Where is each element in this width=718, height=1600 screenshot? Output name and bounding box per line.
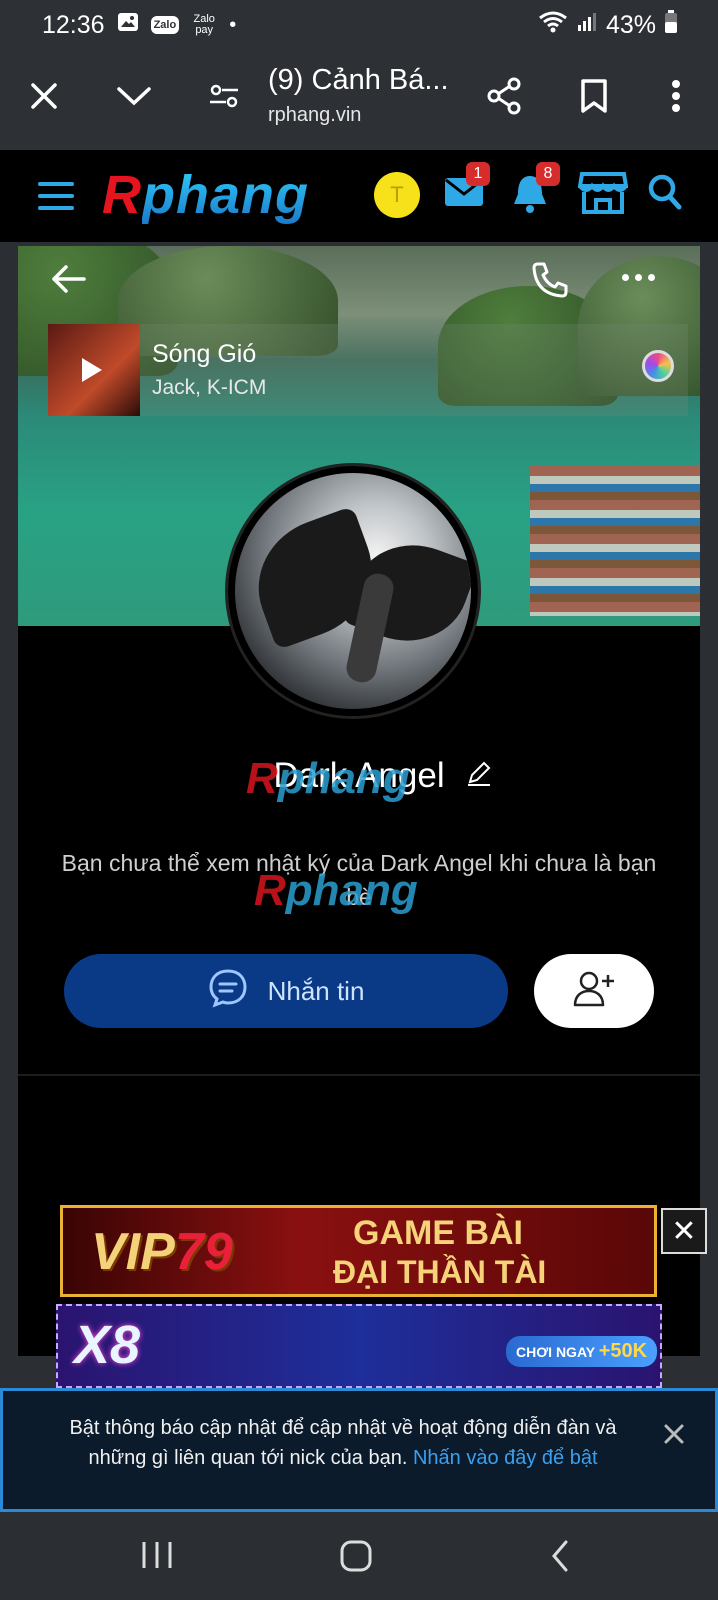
chevron-down-icon[interactable] <box>110 72 158 120</box>
play-icon[interactable] <box>82 358 102 382</box>
add-friend-icon <box>572 969 616 1014</box>
notification-close-icon[interactable] <box>663 1423 685 1450</box>
browser-toolbar: (9) Cảnh Bá... rphang.vin <box>0 50 718 150</box>
zalo-icon: Zalo <box>150 16 180 34</box>
battery-percent: 43% <box>605 10 656 39</box>
album-art <box>48 324 140 416</box>
search-icon[interactable] <box>648 174 682 215</box>
store-icon[interactable] <box>577 170 629 221</box>
watermark-logo: Rphang <box>254 866 418 915</box>
ad-x8-logo: X8 <box>74 1315 141 1375</box>
home-icon[interactable] <box>340 1540 372 1577</box>
signal-icon <box>576 11 598 40</box>
battery-icon <box>664 9 678 41</box>
page-title[interactable]: (9) Cảnh Bá... <box>268 64 449 97</box>
song-title: Sóng Gió <box>152 340 257 368</box>
ad-vip79-line2: ĐẠI THẦN TÀI <box>333 1254 547 1290</box>
system-nav-bar <box>0 1512 718 1600</box>
divider <box>18 1074 700 1076</box>
zalopay-icon: Zalo pay <box>193 13 215 36</box>
site-header: Rphang T 1 8 <box>0 150 718 242</box>
site-logo[interactable]: Rphang <box>102 164 309 226</box>
page-url[interactable]: rphang.vin <box>268 104 361 127</box>
ad-vip79-logo: VIP79 <box>91 1223 233 1281</box>
close-tab-icon[interactable] <box>20 72 68 120</box>
notification-banner: Bật thông báo cập nhật để cập nhật về ho… <box>0 1388 718 1512</box>
bell-badge: 8 <box>536 162 560 186</box>
site-settings-icon[interactable] <box>200 72 248 120</box>
overflow-menu-icon[interactable] <box>652 72 700 120</box>
status-time: 12:36 <box>42 10 105 39</box>
status-dot: • <box>229 13 237 36</box>
wifi-icon <box>538 10 568 41</box>
profile-panel: Sóng Gió Jack, K-ICM Dark Angel Rphang B… <box>18 246 700 1356</box>
ad-x8-cta: CHƠI NGAY +50K <box>506 1336 658 1367</box>
back-arrow-icon[interactable] <box>50 264 86 299</box>
user-avatar[interactable]: T <box>374 172 420 218</box>
bell-icon[interactable]: 8 <box>512 162 560 219</box>
back-icon[interactable] <box>550 1540 570 1577</box>
more-options-icon[interactable] <box>622 274 655 281</box>
chat-bubble-icon <box>208 968 248 1015</box>
ad-banner-x8[interactable]: X8 CHƠI NGAY +50K <box>56 1304 662 1388</box>
status-bar: 12:36 Zalo Zalo pay • 43% <box>0 0 718 50</box>
recent-apps-icon[interactable] <box>140 1540 174 1575</box>
edit-pencil-icon[interactable] <box>466 760 492 791</box>
song-artist: Jack, K-ICM <box>152 376 267 399</box>
phone-call-icon[interactable] <box>530 260 570 305</box>
message-button[interactable]: Nhắn tin <box>64 954 508 1028</box>
watermark-logo: Rphang <box>246 754 410 803</box>
ad-vip79-line1: GAME BÀI <box>353 1214 523 1252</box>
notification-text: Bật thông báo cập nhật để cập nhật về ho… <box>69 1417 617 1469</box>
add-friend-button[interactable] <box>534 954 654 1028</box>
music-disc-icon[interactable] <box>642 350 674 382</box>
gallery-icon <box>117 11 139 40</box>
profile-avatar[interactable] <box>228 466 478 716</box>
ad-close-button[interactable]: ✕ <box>661 1208 707 1254</box>
bookmark-icon[interactable] <box>570 72 618 120</box>
message-button-label: Nhắn tin <box>267 975 365 1006</box>
share-icon[interactable] <box>480 72 528 120</box>
mail-icon[interactable]: 1 <box>444 162 490 213</box>
ad-banner-vip79[interactable]: VIP79 GAME BÀI ĐẠI THẦN TÀI <box>60 1205 657 1297</box>
hamburger-menu-icon[interactable] <box>38 182 74 210</box>
music-card[interactable]: Sóng Gió Jack, K-ICM <box>48 324 688 416</box>
notification-enable-link[interactable]: Nhấn vào đây để bật <box>413 1447 598 1469</box>
mail-badge: 1 <box>466 162 490 186</box>
close-icon: ✕ <box>671 1214 697 1248</box>
